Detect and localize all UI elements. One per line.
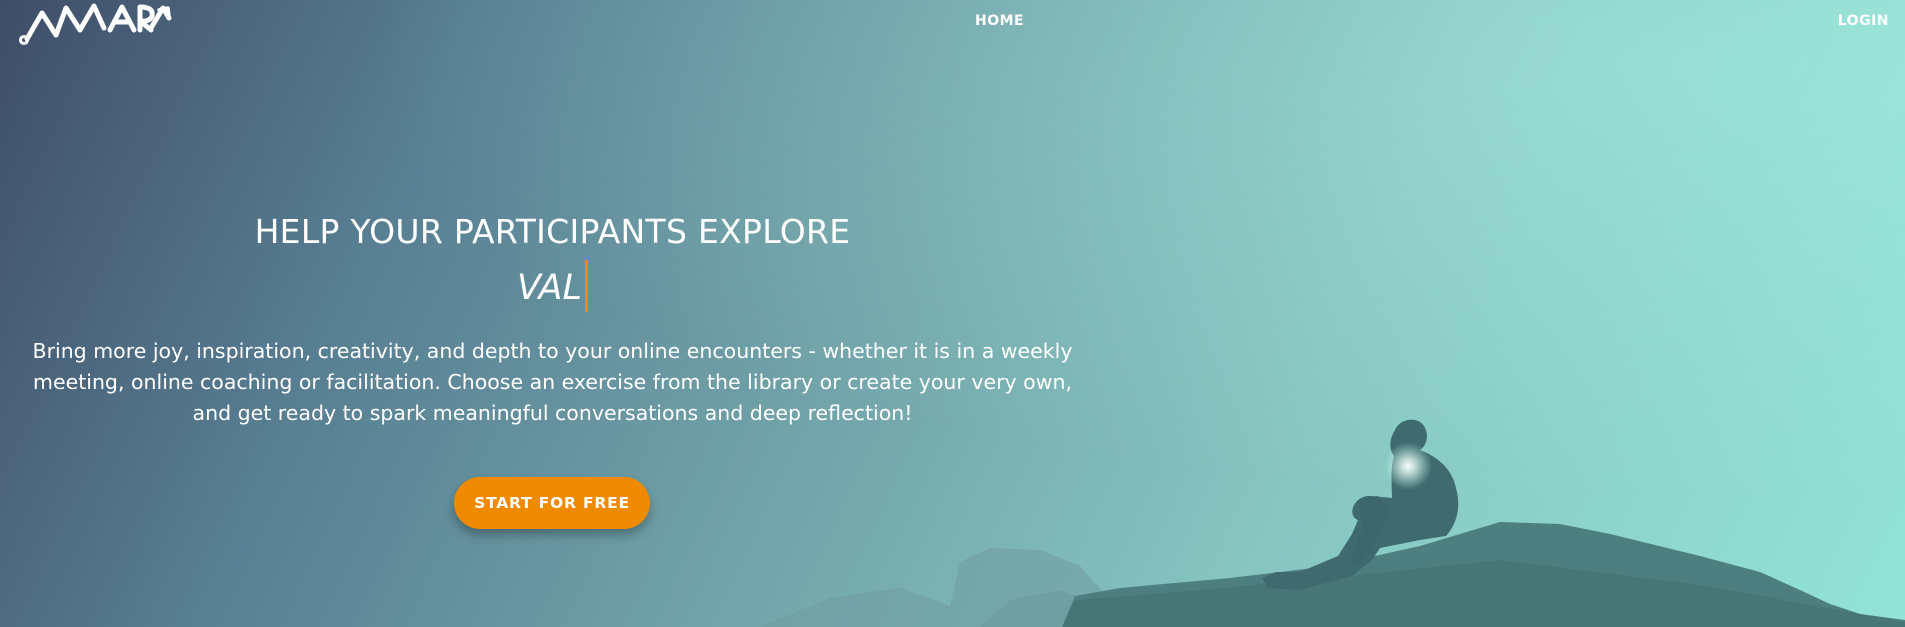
start-for-free-button[interactable]: START FOR FREE	[454, 477, 650, 529]
hero-background	[0, 0, 1905, 627]
amara-logo[interactable]	[18, 0, 173, 48]
hero-description: Bring more joy, inspiration, creativity,…	[32, 339, 1073, 425]
mountain-scene-image	[760, 419, 1905, 627]
typing-caret	[585, 260, 588, 312]
typed-word: VAL	[516, 268, 582, 308]
typed-word-line: VAL	[0, 260, 1105, 312]
hero-headline: HELP YOUR PARTICIPANTS EXPLORE	[254, 212, 851, 251]
nav-login-link[interactable]: LOGIN	[1838, 13, 1889, 29]
nav-home-link[interactable]: HOME	[975, 13, 1024, 29]
